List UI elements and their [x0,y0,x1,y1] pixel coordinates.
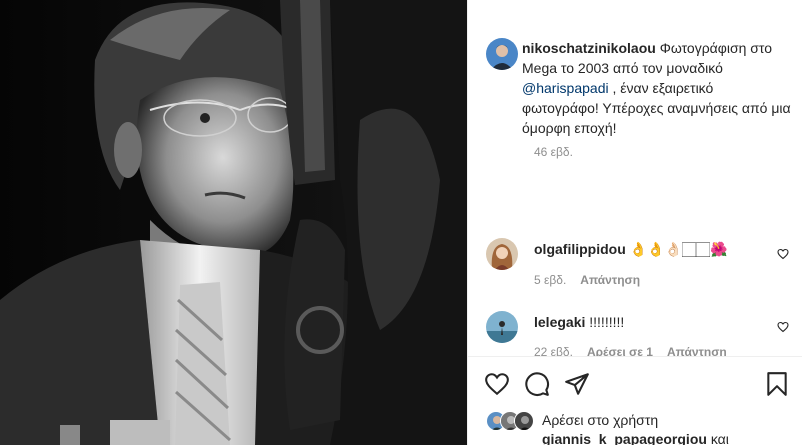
liker-avatar [514,411,534,431]
author-avatar[interactable] [486,38,518,70]
comment-reply-button[interactable]: Απάντηση [580,273,640,287]
comment-text: 👌👌👌🏻🏻🏻🌺 [625,241,728,257]
commenter-avatar[interactable] [486,238,518,270]
heart-icon[interactable] [484,371,510,397]
comment-like-heart-icon[interactable] [777,248,789,260]
post-caption: nikoschatzinikolaou Φωτογράφιση στο Mega… [522,38,792,138]
commenter-avatar[interactable] [486,311,518,343]
liker-username[interactable]: giannis_k_papageorgiou [542,431,707,445]
comment-timestamp[interactable]: 5 εβδ. [534,273,566,287]
comment-username[interactable]: olgafilippidou [534,241,626,257]
comment-like-heart-icon[interactable] [777,321,789,333]
comment-icon[interactable] [524,371,550,397]
likes-label: Αρέσει στο χρήστη [542,412,659,428]
post-actions-bar: Αρέσει στο χρήστη giannis_k_papageorgiou… [468,356,802,445]
post-photo[interactable] [0,0,467,445]
comment-username[interactable]: lelegaki [534,314,585,330]
comment-text: !!!!!!!!! [585,314,625,330]
caption-username[interactable]: nikoschatzinikolaou [522,40,656,56]
comment-item: olgafilippidou 👌👌👌🏻🏻🏻🌺 5 εβδ. Απάντηση [468,236,802,296]
portrait-image [0,0,467,445]
caption-timestamp[interactable]: 46 εβδ. [534,145,573,159]
post-side-panel: nikoschatzinikolaou Φωτογράφιση στο Mega… [467,0,802,445]
caption-mention-link[interactable]: @harispapadi [522,80,609,96]
likes-users: giannis_k_papageorgiou και [542,431,729,445]
share-icon[interactable] [564,371,590,397]
bookmark-icon[interactable] [764,371,790,397]
likes-and-text: και [706,431,729,445]
